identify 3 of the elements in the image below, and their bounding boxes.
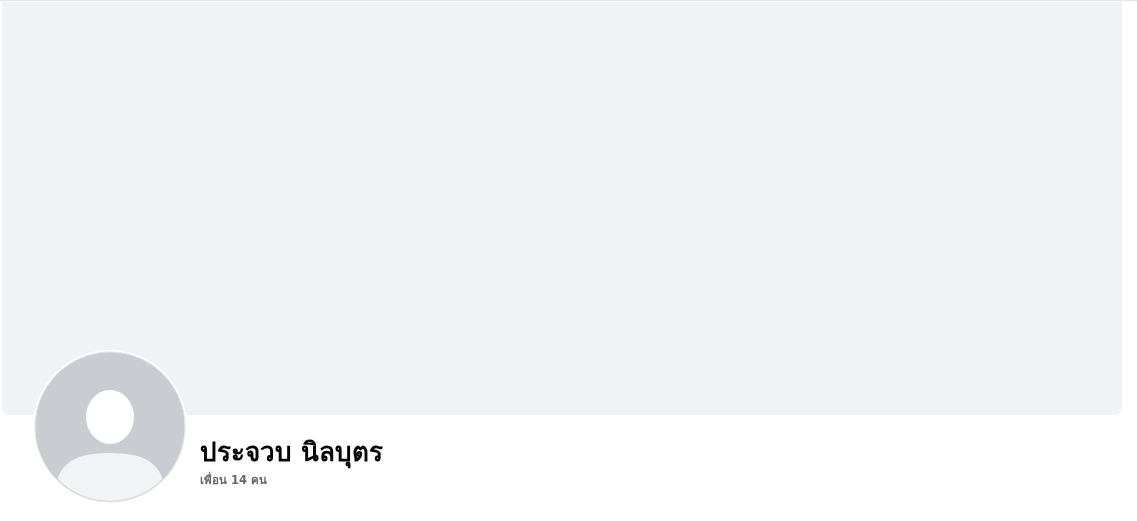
avatar-icon[interactable] <box>32 349 188 505</box>
profile-name: ประจวบ นิลบุตร <box>200 437 384 467</box>
friends-count[interactable]: เพื่อน 14 คน <box>200 471 384 489</box>
